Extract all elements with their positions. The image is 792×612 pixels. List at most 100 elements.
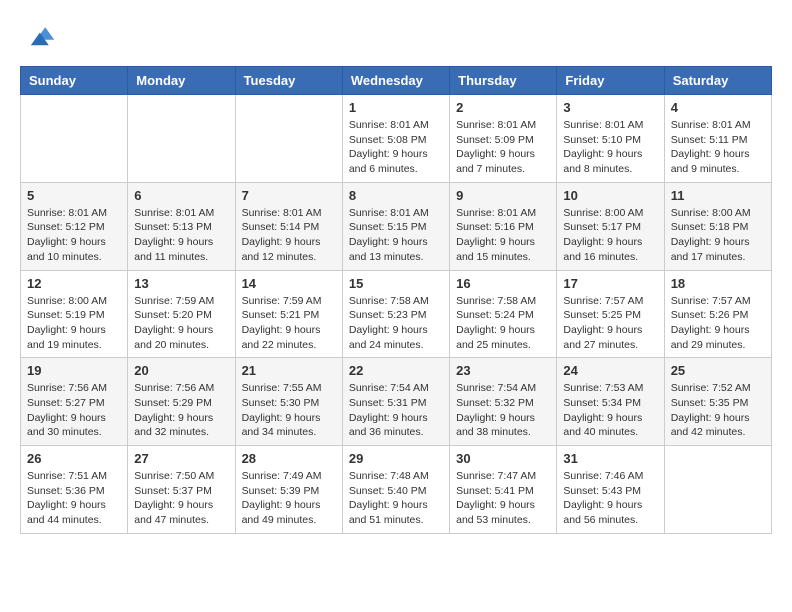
- calendar-cell: 16Sunrise: 7:58 AM Sunset: 5:24 PM Dayli…: [450, 270, 557, 358]
- calendar-cell: 12Sunrise: 8:00 AM Sunset: 5:19 PM Dayli…: [21, 270, 128, 358]
- calendar-cell: 7 Sunrise: 8:01 AM Sunset: 5:14 PM Daylig…: [235, 182, 342, 270]
- day-info: Sunrise: 7:53 AM Sunset: 5:34 PM Dayligh…: [563, 381, 657, 440]
- day-number: 20: [134, 363, 228, 378]
- day-info: Sunrise: 8:01 AM Sunset: 5:14 PM Dayligh…: [242, 206, 336, 265]
- calendar-header-row: SundayMondayTuesdayWednesdayThursdayFrid…: [21, 67, 772, 95]
- calendar-week-row: 19 Sunrise: 7:56 AM Sunset: 5:27 PM Dayli…: [21, 358, 772, 446]
- day-number: 5: [27, 188, 121, 203]
- day-header-tuesday: Tuesday: [235, 67, 342, 95]
- calendar-cell: [664, 446, 771, 534]
- day-number: 9: [456, 188, 550, 203]
- calendar-week-row: 1Sunrise: 8:01 AM Sunset: 5:08 PM Daylig…: [21, 95, 772, 183]
- calendar-cell: 6 Sunrise: 8:01 AM Sunset: 5:13 PM Daylig…: [128, 182, 235, 270]
- page-header: [20, 20, 772, 56]
- day-number: 27: [134, 451, 228, 466]
- day-info: Sunrise: 8:01 AM Sunset: 5:08 PM Dayligh…: [349, 118, 443, 177]
- day-number: 31: [563, 451, 657, 466]
- day-info: Sunrise: 7:59 AM Sunset: 5:21 PM Dayligh…: [242, 294, 336, 353]
- calendar-week-row: 5 Sunrise: 8:01 AM Sunset: 5:12 PM Daylig…: [21, 182, 772, 270]
- calendar-cell: 17 Sunrise: 7:57 AM Sunset: 5:25 PM Dayli…: [557, 270, 664, 358]
- day-header-saturday: Saturday: [664, 67, 771, 95]
- day-info: Sunrise: 7:54 AM Sunset: 5:32 PM Dayligh…: [456, 381, 550, 440]
- calendar-cell: 29Sunrise: 7:48 AM Sunset: 5:40 PM Dayli…: [342, 446, 449, 534]
- day-number: 17: [563, 276, 657, 291]
- day-info: Sunrise: 7:57 AM Sunset: 5:26 PM Dayligh…: [671, 294, 765, 353]
- calendar-cell: 18 Sunrise: 7:57 AM Sunset: 5:26 PM Dayli…: [664, 270, 771, 358]
- day-info: Sunrise: 8:00 AM Sunset: 5:18 PM Dayligh…: [671, 206, 765, 265]
- day-number: 19: [27, 363, 121, 378]
- calendar-cell: 22Sunrise: 7:54 AM Sunset: 5:31 PM Dayli…: [342, 358, 449, 446]
- day-number: 30: [456, 451, 550, 466]
- day-header-friday: Friday: [557, 67, 664, 95]
- calendar-cell: 5 Sunrise: 8:01 AM Sunset: 5:12 PM Daylig…: [21, 182, 128, 270]
- day-number: 18: [671, 276, 765, 291]
- calendar-cell: [128, 95, 235, 183]
- day-info: Sunrise: 7:49 AM Sunset: 5:39 PM Dayligh…: [242, 469, 336, 528]
- day-header-wednesday: Wednesday: [342, 67, 449, 95]
- day-info: Sunrise: 8:01 AM Sunset: 5:10 PM Dayligh…: [563, 118, 657, 177]
- calendar-cell: 20Sunrise: 7:56 AM Sunset: 5:29 PM Dayli…: [128, 358, 235, 446]
- calendar-cell: 4 Sunrise: 8:01 AM Sunset: 5:11 PM Daylig…: [664, 95, 771, 183]
- day-number: 14: [242, 276, 336, 291]
- day-info: Sunrise: 8:01 AM Sunset: 5:16 PM Dayligh…: [456, 206, 550, 265]
- day-info: Sunrise: 7:54 AM Sunset: 5:31 PM Dayligh…: [349, 381, 443, 440]
- day-header-thursday: Thursday: [450, 67, 557, 95]
- day-number: 29: [349, 451, 443, 466]
- day-number: 15: [349, 276, 443, 291]
- calendar-cell: 3 Sunrise: 8:01 AM Sunset: 5:10 PM Daylig…: [557, 95, 664, 183]
- calendar-cell: 19 Sunrise: 7:56 AM Sunset: 5:27 PM Dayli…: [21, 358, 128, 446]
- day-number: 4: [671, 100, 765, 115]
- day-info: Sunrise: 8:01 AM Sunset: 5:15 PM Dayligh…: [349, 206, 443, 265]
- calendar-cell: 9 Sunrise: 8:01 AM Sunset: 5:16 PM Daylig…: [450, 182, 557, 270]
- calendar-cell: 31Sunrise: 7:46 AM Sunset: 5:43 PM Dayli…: [557, 446, 664, 534]
- calendar-cell: 11 Sunrise: 8:00 AM Sunset: 5:18 PM Dayli…: [664, 182, 771, 270]
- day-info: Sunrise: 8:01 AM Sunset: 5:12 PM Dayligh…: [27, 206, 121, 265]
- day-number: 11: [671, 188, 765, 203]
- day-number: 3: [563, 100, 657, 115]
- calendar-cell: 10 Sunrise: 8:00 AM Sunset: 5:17 PM Dayli…: [557, 182, 664, 270]
- day-info: Sunrise: 8:01 AM Sunset: 5:11 PM Dayligh…: [671, 118, 765, 177]
- day-number: 16: [456, 276, 550, 291]
- calendar-cell: 21Sunrise: 7:55 AM Sunset: 5:30 PM Dayli…: [235, 358, 342, 446]
- calendar-cell: 13 Sunrise: 7:59 AM Sunset: 5:20 PM Dayli…: [128, 270, 235, 358]
- day-info: Sunrise: 7:51 AM Sunset: 5:36 PM Dayligh…: [27, 469, 121, 528]
- calendar-cell: 26 Sunrise: 7:51 AM Sunset: 5:36 PM Dayli…: [21, 446, 128, 534]
- calendar-cell: 14 Sunrise: 7:59 AM Sunset: 5:21 PM Dayli…: [235, 270, 342, 358]
- day-info: Sunrise: 7:57 AM Sunset: 5:25 PM Dayligh…: [563, 294, 657, 353]
- calendar-cell: 30Sunrise: 7:47 AM Sunset: 5:41 PM Dayli…: [450, 446, 557, 534]
- day-number: 24: [563, 363, 657, 378]
- day-info: Sunrise: 7:59 AM Sunset: 5:20 PM Dayligh…: [134, 294, 228, 353]
- calendar-week-row: 12Sunrise: 8:00 AM Sunset: 5:19 PM Dayli…: [21, 270, 772, 358]
- day-number: 13: [134, 276, 228, 291]
- day-info: Sunrise: 7:56 AM Sunset: 5:27 PM Dayligh…: [27, 381, 121, 440]
- calendar-cell: [21, 95, 128, 183]
- calendar-cell: [235, 95, 342, 183]
- day-number: 10: [563, 188, 657, 203]
- calendar-cell: 27 Sunrise: 7:50 AM Sunset: 5:37 PM Dayli…: [128, 446, 235, 534]
- day-number: 6: [134, 188, 228, 203]
- day-number: 7: [242, 188, 336, 203]
- day-number: 8: [349, 188, 443, 203]
- day-header-monday: Monday: [128, 67, 235, 95]
- day-number: 21: [242, 363, 336, 378]
- day-info: Sunrise: 7:50 AM Sunset: 5:37 PM Dayligh…: [134, 469, 228, 528]
- day-info: Sunrise: 8:01 AM Sunset: 5:13 PM Dayligh…: [134, 206, 228, 265]
- calendar-cell: 1Sunrise: 8:01 AM Sunset: 5:08 PM Daylig…: [342, 95, 449, 183]
- logo: [20, 20, 62, 56]
- day-info: Sunrise: 7:52 AM Sunset: 5:35 PM Dayligh…: [671, 381, 765, 440]
- day-number: 28: [242, 451, 336, 466]
- calendar-cell: 25 Sunrise: 7:52 AM Sunset: 5:35 PM Dayli…: [664, 358, 771, 446]
- day-info: Sunrise: 8:00 AM Sunset: 5:17 PM Dayligh…: [563, 206, 657, 265]
- day-number: 2: [456, 100, 550, 115]
- day-number: 26: [27, 451, 121, 466]
- calendar-cell: 24 Sunrise: 7:53 AM Sunset: 5:34 PM Dayli…: [557, 358, 664, 446]
- calendar-cell: 8 Sunrise: 8:01 AM Sunset: 5:15 PM Daylig…: [342, 182, 449, 270]
- day-number: 25: [671, 363, 765, 378]
- day-info: Sunrise: 8:01 AM Sunset: 5:09 PM Dayligh…: [456, 118, 550, 177]
- day-number: 23: [456, 363, 550, 378]
- calendar-cell: 2 Sunrise: 8:01 AM Sunset: 5:09 PM Daylig…: [450, 95, 557, 183]
- day-info: Sunrise: 8:00 AM Sunset: 5:19 PM Dayligh…: [27, 294, 121, 353]
- calendar: SundayMondayTuesdayWednesdayThursdayFrid…: [20, 66, 772, 534]
- logo-icon: [20, 20, 56, 56]
- day-info: Sunrise: 7:58 AM Sunset: 5:23 PM Dayligh…: [349, 294, 443, 353]
